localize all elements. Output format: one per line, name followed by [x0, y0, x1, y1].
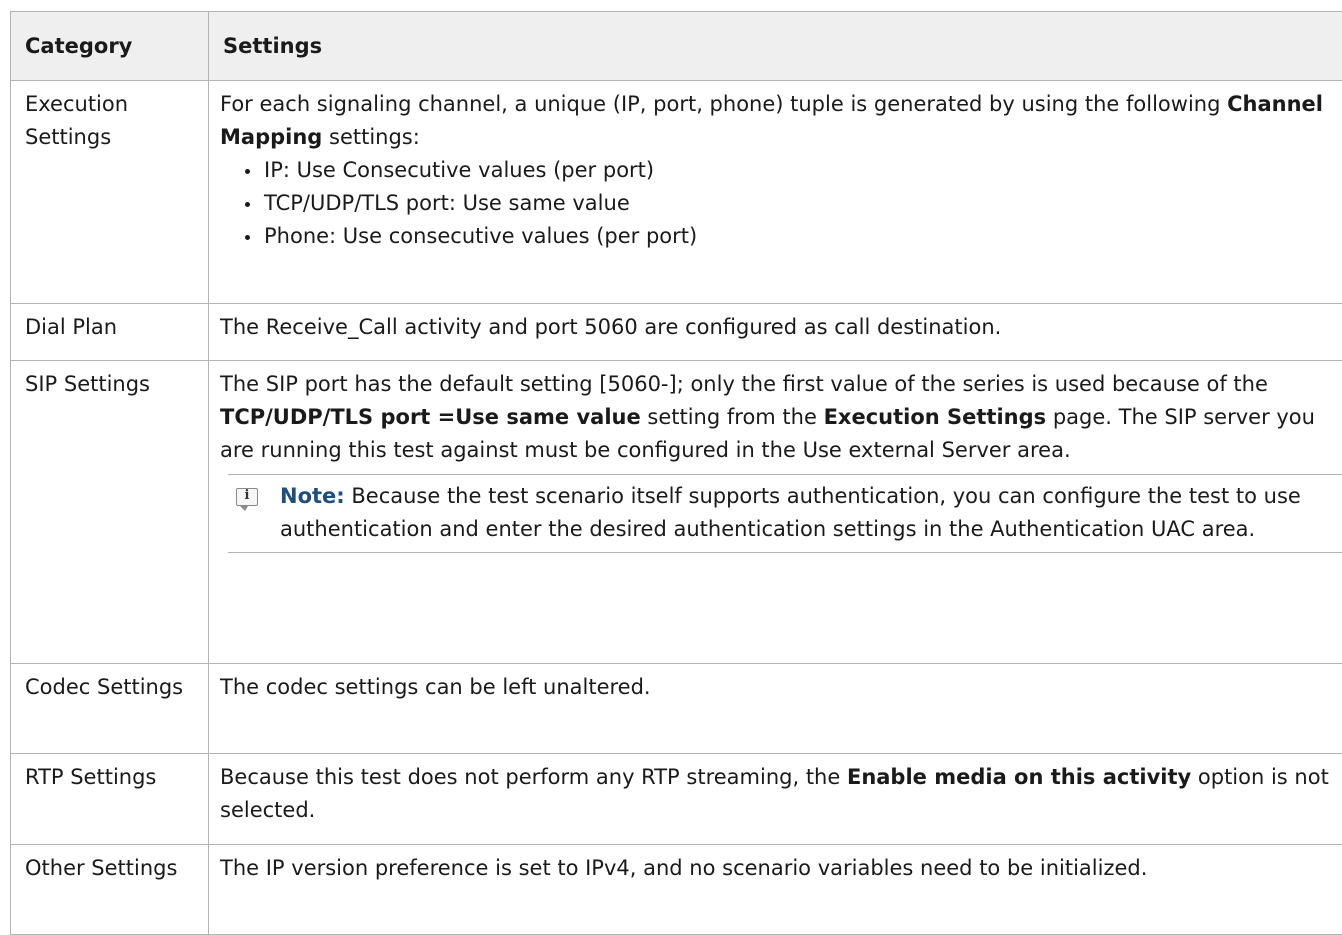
text-run: setting from the	[641, 405, 824, 429]
list-item: IP: Use Consecutive values (per port)	[264, 154, 1342, 187]
table-header-row: Category Settings	[11, 12, 1342, 81]
column-header-category: Category	[11, 12, 209, 81]
category-cell: Dial Plan	[11, 304, 209, 361]
settings-cell: The codec settings can be left unaltered…	[209, 664, 1342, 754]
text-run: Because this test does not perform any R…	[220, 765, 847, 789]
table-row: SIP Settings The SIP port has the defaul…	[11, 361, 1342, 664]
table-row: Codec Settings The codec settings can be…	[11, 664, 1342, 754]
text-run: settings:	[322, 125, 420, 149]
table-row: RTP Settings Because this test does not …	[11, 754, 1342, 845]
settings-table: Category Settings Execution Settings For…	[10, 11, 1342, 935]
category-cell: Codec Settings	[11, 664, 209, 754]
settings-cell: The Receive_Call activity and port 5060 …	[209, 304, 1342, 361]
list-item: TCP/UDP/TLS port: Use same value	[264, 187, 1342, 220]
bold-text: Enable media on this activity	[847, 765, 1191, 789]
text-run: Because the test scenario itself support…	[280, 484, 1301, 541]
bold-text: Execution Settings	[824, 405, 1047, 429]
settings-cell: Because this test does not perform any R…	[209, 754, 1342, 845]
list-item: Phone: Use consecutive values (per port)	[264, 220, 1342, 253]
settings-cell: For each signaling channel, a unique (IP…	[209, 81, 1342, 304]
bold-text: TCP/UDP/TLS port =Use same value	[220, 405, 641, 429]
info-glyph: i	[237, 488, 257, 504]
category-cell: SIP Settings	[11, 361, 209, 664]
note-box: i Note: Because the test scenario itself…	[228, 474, 1342, 553]
settings-cell: The SIP port has the default setting [50…	[209, 361, 1342, 664]
note-text: Note: Because the test scenario itself s…	[280, 480, 1342, 546]
text-run: The SIP port has the default setting [50…	[220, 372, 1268, 396]
table-row: Other Settings The IP version preference…	[11, 845, 1342, 935]
text-run: For each signaling channel, a unique (IP…	[220, 92, 1227, 116]
settings-paragraph: For each signaling channel, a unique (IP…	[220, 88, 1342, 154]
table-row: Execution Settings For each signaling ch…	[11, 81, 1342, 304]
category-cell: RTP Settings	[11, 754, 209, 845]
table-row: Dial Plan The Receive_Call activity and …	[11, 304, 1342, 361]
info-note-icon: i	[236, 488, 258, 506]
settings-cell: The IP version preference is set to IPv4…	[209, 845, 1342, 935]
category-cell: Other Settings	[11, 845, 209, 935]
bullet-list: IP: Use Consecutive values (per port) TC…	[220, 154, 1342, 253]
column-header-settings: Settings	[209, 12, 1342, 81]
category-cell: Execution Settings	[11, 81, 209, 304]
settings-paragraph: The SIP port has the default setting [50…	[220, 368, 1342, 467]
note-label: Note:	[280, 484, 345, 508]
